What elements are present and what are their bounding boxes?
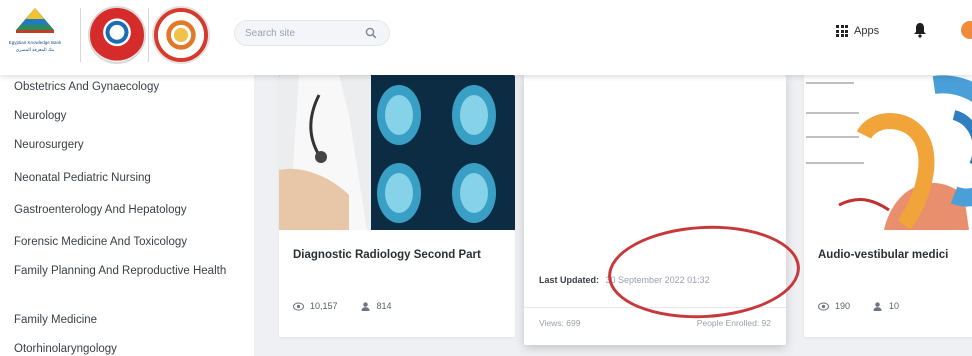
search-box[interactable] [234, 20, 390, 46]
header-divider [148, 8, 149, 62]
eye-icon [293, 302, 304, 310]
learners-count: 814 [376, 301, 392, 311]
people-enrolled-text: People Enrolled: 92 [696, 318, 771, 328]
course-thumbnail-image [279, 75, 515, 230]
course-card[interactable]: Diagnostic Radiology Second Part 10,157 … [279, 75, 515, 337]
course-stats: 190 10 [818, 301, 899, 311]
views-text: Views: 699 [539, 318, 581, 328]
sidebar-item-neurology[interactable]: Neurology [14, 110, 239, 123]
course-thumbnail-image [804, 75, 972, 230]
user-icon [361, 301, 370, 311]
sidebar-item-forensic-medicine[interactable]: Forensic Medicine And Toxicology [14, 236, 239, 249]
ministry-logo[interactable] [88, 6, 146, 64]
pyramid-logo-icon [16, 8, 54, 33]
header-divider [80, 8, 81, 62]
user-icon [873, 301, 882, 311]
user-avatar[interactable] [961, 21, 972, 39]
course-title[interactable]: Audio-vestibular medici [818, 248, 972, 263]
sidebar-item-family-medicine[interactable]: Family Medicine [14, 314, 239, 327]
search-input[interactable] [245, 26, 355, 41]
apps-label: Apps [854, 25, 880, 37]
course-stats: 10,157 814 [293, 301, 392, 311]
logo-caption-arabic: بنك المعرفة المصري [15, 47, 55, 52]
course-card[interactable]: Audio-vestibular medici 190 10 [804, 75, 972, 337]
university-logo[interactable] [152, 6, 210, 64]
views-count: 190 [835, 301, 851, 311]
sidebar-item-gastroenterology[interactable]: Gastroenterology And Hepatology [14, 204, 239, 217]
last-updated-label: Last Updated: [539, 275, 600, 285]
sidebar-item-neonatal-nursing[interactable]: Neonatal Pediatric Nursing [14, 172, 239, 185]
sidebar-item-neurosurgery[interactable]: Neurosurgery [14, 139, 239, 152]
sidebar-item-family-planning[interactable]: Family Planning And Reproductive Health [14, 265, 239, 278]
sidebar-item-otorhinolaryngology[interactable]: Otorhinolaryngology [14, 343, 239, 356]
apps-menu-button[interactable]: Apps [836, 22, 879, 40]
eye-icon [818, 302, 829, 310]
apps-grid-icon [836, 25, 848, 37]
logo-caption-english: Egyptian Knowledge Bank [8, 40, 62, 45]
bell-icon[interactable] [913, 22, 927, 38]
top-header: Egyptian Knowledge Bank بنك المعرفة المص… [0, 0, 972, 75]
sidebar-item-obstetrics[interactable]: Obstetrics And Gynaecology [14, 81, 239, 94]
category-sidebar: Obstetrics And Gynaecology Neurology Neu… [0, 75, 254, 356]
views-count: 10,157 [310, 301, 338, 311]
course-grid: Diagnostic Radiology Second Part 10,157 … [254, 75, 972, 356]
search-icon[interactable] [365, 27, 377, 39]
course-title[interactable]: Diagnostic Radiology Second Part [293, 248, 503, 263]
card-footer: Views: 699 People Enrolled: 92 [539, 318, 771, 328]
knowledge-bank-logo[interactable]: Egyptian Knowledge Bank بنك المعرفة المص… [6, 4, 64, 68]
learners-count: 10 [889, 301, 900, 311]
